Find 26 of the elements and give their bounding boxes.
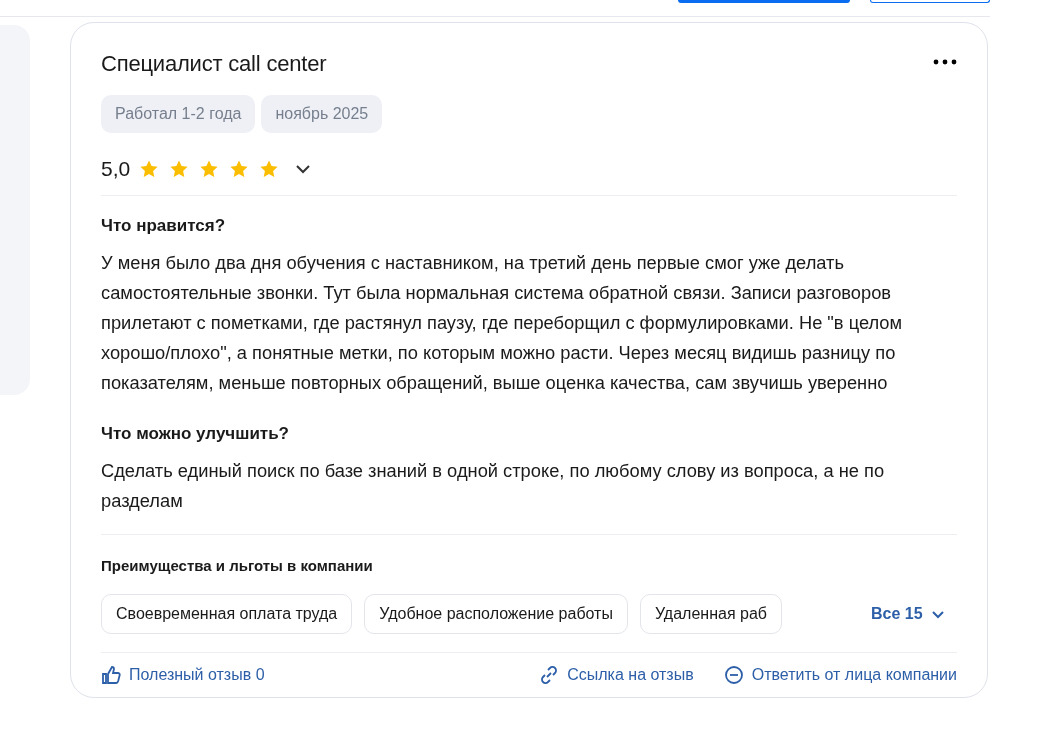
benefits-heading: Преимущества и льготы в компании xyxy=(101,557,374,574)
chat-icon xyxy=(723,665,744,685)
rating-value: 5,0 xyxy=(101,157,131,181)
benefit-chip: Своевременная оплата труда xyxy=(101,594,353,634)
action-link[interactable]: Полезный отзыв 0 xyxy=(101,665,265,685)
action-link[interactable]: Ответить от лица компании xyxy=(723,665,957,685)
link-icon xyxy=(539,665,560,685)
section-heading: Что можно улучшить? xyxy=(101,424,290,444)
chevron-down-icon[interactable] xyxy=(295,164,312,174)
star-icon xyxy=(199,159,220,179)
show-all-button[interactable]: Все 15 xyxy=(871,605,945,623)
review-text: Сделать единый поиск по базе знаний в одной строке, по любому слову из вопроса, а не по разделам xyxy=(101,459,886,513)
tag: ноябрь 2025 xyxy=(261,95,383,133)
star-icon xyxy=(229,159,250,179)
star-icon xyxy=(259,159,280,179)
review-text: У меня было два дня обучения с наставником, на третий день первые смог уже делать самостоятельные звонки. Тут была нормальная система обратной связи. Записи разговоров прилетают с пометками, где растянул паузу, где переборщил с формулировками. Не "в целом хорошо/плохо", а понятные метки, по которым можно расти. Через месяц видишь разницу по показателям, меньше повторных обращений, выше оценка качества, сам звучишь уверенно xyxy=(101,251,904,395)
action-link[interactable]: Ссылка на отзыв xyxy=(539,665,694,685)
star-icon xyxy=(169,159,190,179)
tag: Работал 1-2 года xyxy=(101,95,256,133)
star-icon xyxy=(139,159,160,179)
benefit-chip: Удобное расположение работы xyxy=(364,594,628,634)
chevron-down-icon xyxy=(930,609,945,619)
thumbs-up-icon xyxy=(101,665,121,685)
benefit-chip: Удаленная раб xyxy=(639,594,782,634)
section-heading: Что нравится? xyxy=(101,216,227,236)
review-title: Специалист call center xyxy=(101,51,327,77)
